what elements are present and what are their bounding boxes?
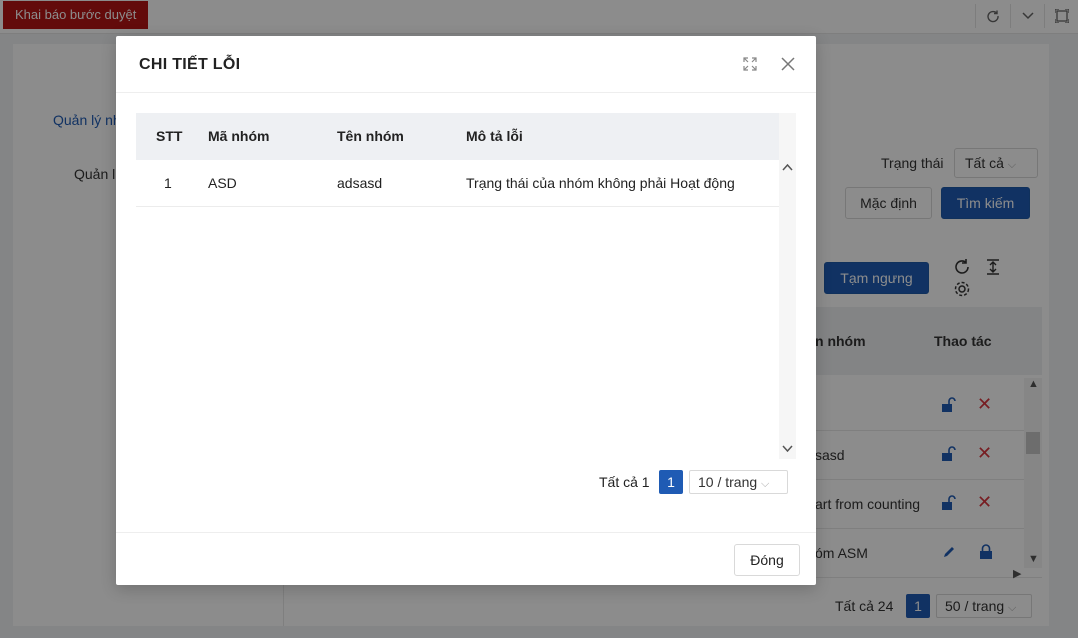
modal-footer: Đóng	[116, 532, 816, 585]
col-group-name: Tên nhóm	[337, 128, 404, 144]
col-error-description: Mô tả lỗi	[466, 128, 523, 144]
row-group-name: adsasd	[337, 175, 383, 191]
close-icon[interactable]	[776, 52, 800, 76]
total-count: Tất cả 1	[599, 474, 650, 490]
page-size-select[interactable]: 10 / trang ⌵	[689, 470, 788, 494]
col-group-code: Mã nhóm	[208, 128, 270, 144]
scroll-up-icon[interactable]	[782, 163, 793, 174]
chevron-down-icon: ⌵	[761, 478, 770, 490]
scroll-down-icon[interactable]	[782, 445, 793, 456]
error-detail-modal: CHI TIẾT LỖI STT Mã nhóm Tên nhóm Mô tả …	[116, 36, 816, 585]
error-table: STT Mã nhóm Tên nhóm Mô tả lỗi 1 ASD ads…	[136, 113, 796, 459]
page-size-value: 10 / trang	[698, 474, 758, 490]
modal-title: CHI TIẾT LỖI	[139, 56, 241, 73]
page-1[interactable]: 1	[659, 470, 683, 494]
row-stt: 1	[164, 175, 172, 191]
row-group-code: ASD	[208, 175, 237, 191]
col-stt: STT	[156, 128, 183, 144]
error-table-scrollbar[interactable]	[779, 113, 796, 459]
expand-icon[interactable]	[738, 52, 762, 76]
table-row: 1 ASD adsasd Trạng thái của nhóm không p…	[136, 160, 779, 207]
close-button[interactable]: Đóng	[734, 544, 800, 576]
modal-header: CHI TIẾT LỖI	[116, 36, 816, 93]
row-error-description: Trạng thái của nhóm không phải Hoạt động	[466, 175, 735, 191]
error-table-header: STT Mã nhóm Tên nhóm Mô tả lỗi	[136, 113, 779, 160]
